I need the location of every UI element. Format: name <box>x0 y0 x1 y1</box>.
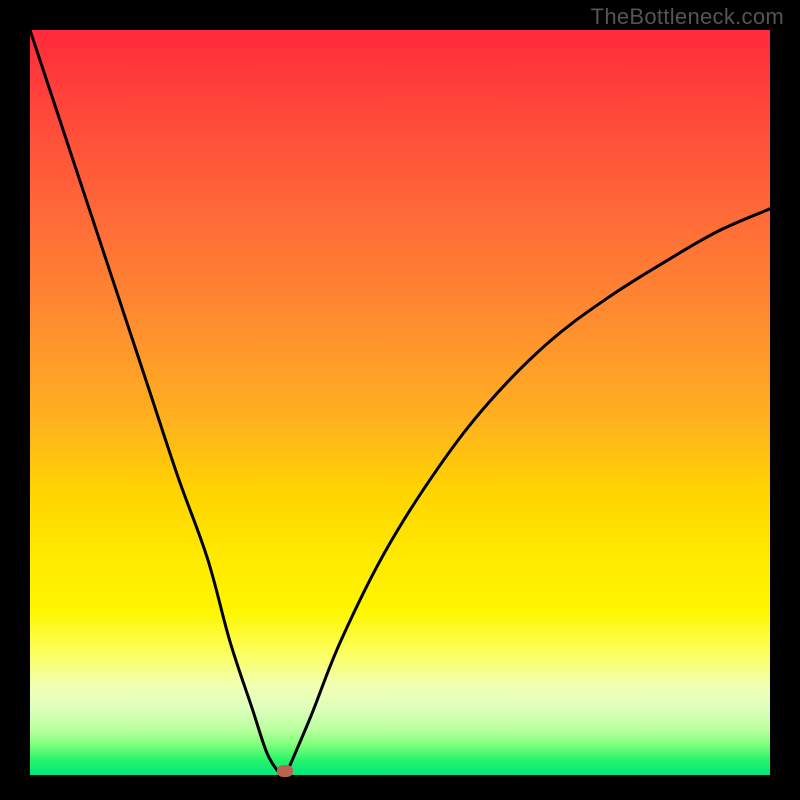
chart-frame: TheBottleneck.com <box>0 0 800 800</box>
watermark-text: TheBottleneck.com <box>591 4 784 30</box>
curve-left <box>30 30 278 771</box>
curve-right <box>289 209 770 768</box>
bottleneck-curve <box>30 30 770 775</box>
plot-area <box>30 30 770 775</box>
bottleneck-marker <box>277 765 293 777</box>
